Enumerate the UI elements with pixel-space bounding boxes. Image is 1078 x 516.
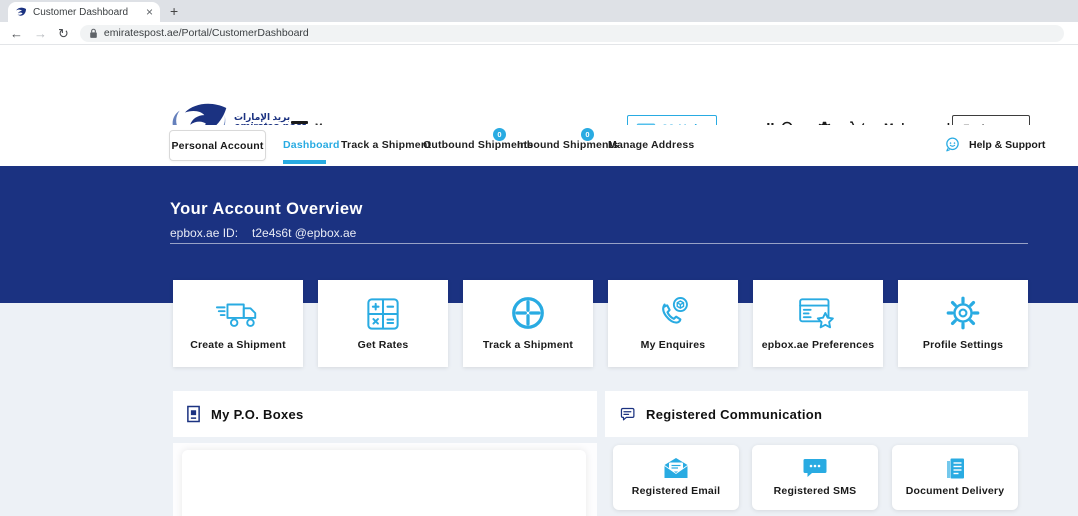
tab-manage-address[interactable]: Manage Address xyxy=(608,139,694,151)
dashboard-nav: Personal Account Dashboard Track a Shipm… xyxy=(0,125,1078,166)
help-support-label: Help & Support xyxy=(969,139,1045,151)
browser-tab[interactable]: Customer Dashboard × xyxy=(8,2,160,22)
tab-track-a-shipment[interactable]: Track a Shipment xyxy=(341,139,431,151)
epbox-id-row: epbox.ae ID: t2e4s6t @epbox.ae xyxy=(170,226,356,240)
document-delivery-card[interactable]: Document Delivery xyxy=(892,445,1018,510)
po-boxes-header: My P.O. Boxes xyxy=(173,391,597,437)
po-box-card[interactable] xyxy=(182,450,586,516)
document-icon xyxy=(944,457,966,479)
crosshair-icon xyxy=(509,280,547,332)
card-label: Registered Email xyxy=(632,485,720,497)
chat-bubble-icon xyxy=(618,405,636,423)
help-support-link[interactable]: Help & Support xyxy=(944,136,1045,153)
lock-icon xyxy=(89,28,98,39)
registered-communication-title: Registered Communication xyxy=(646,407,822,422)
site-header: بريد الإمارات emirates post Menu 99 Unit… xyxy=(0,45,1078,125)
card-label: Registered SMS xyxy=(774,485,857,497)
card-get-rates[interactable]: Get Rates xyxy=(318,280,448,367)
card-label: Get Rates xyxy=(358,339,409,351)
epbox-id-label: epbox.ae ID: xyxy=(170,226,238,240)
reload-icon[interactable]: ↻ xyxy=(58,27,69,40)
favicon-emirates-post-icon xyxy=(15,6,27,18)
tab-inbound-shipments[interactable]: Inbound Shipments 0 xyxy=(517,139,618,151)
card-profile-settings[interactable]: Profile Settings xyxy=(898,280,1028,367)
calculator-icon xyxy=(365,280,401,332)
truck-icon xyxy=(215,280,261,332)
gear-icon xyxy=(944,280,982,332)
inbound-count-badge: 0 xyxy=(581,128,594,141)
po-boxes-title: My P.O. Boxes xyxy=(211,407,304,422)
card-label: My Enquires xyxy=(641,339,706,351)
screen: Customer Dashboard × + ← → ↻ emiratespos… xyxy=(0,0,1078,516)
card-track-shipment[interactable]: Track a Shipment xyxy=(463,280,593,367)
browser-tab-strip: Customer Dashboard × + xyxy=(0,0,1078,22)
browser-toolbar: ← → ↻ emiratespost.ae/Portal/CustomerDas… xyxy=(0,22,1078,45)
browser-star-icon xyxy=(797,280,839,332)
card-label: Profile Settings xyxy=(923,339,1003,351)
tab-dashboard[interactable]: Dashboard xyxy=(283,139,340,151)
address-bar[interactable]: emiratespost.ae/Portal/CustomerDashboard xyxy=(80,25,1064,42)
back-icon[interactable]: ← xyxy=(10,27,23,40)
po-boxes-content xyxy=(173,443,597,516)
registered-email-card[interactable]: Registered Email xyxy=(613,445,739,510)
card-label: Track a Shipment xyxy=(483,339,573,351)
card-epbox-preferences[interactable]: epbox.ae Preferences xyxy=(753,280,883,367)
personal-account-label: Personal Account xyxy=(171,140,263,152)
registered-communication-header: Registered Communication xyxy=(605,391,1028,437)
email-icon xyxy=(663,457,689,479)
tab-title: Customer Dashboard xyxy=(33,7,140,18)
phone-enquiry-icon xyxy=(654,280,692,332)
card-label: epbox.ae Preferences xyxy=(762,339,875,351)
hero-divider xyxy=(170,243,1028,244)
card-my-enquires[interactable]: My Enquires xyxy=(608,280,738,367)
po-box-icon xyxy=(186,405,201,423)
page-title: Your Account Overview xyxy=(170,200,363,219)
url-text: emiratespost.ae/Portal/CustomerDashboard xyxy=(104,27,309,39)
outbound-count-badge: 0 xyxy=(493,128,506,141)
sms-icon xyxy=(803,457,827,479)
registered-sms-card[interactable]: Registered SMS xyxy=(752,445,878,510)
forward-icon[interactable]: → xyxy=(34,27,47,40)
new-tab-icon[interactable]: + xyxy=(170,3,178,19)
card-create-shipment[interactable]: Create a Shipment xyxy=(173,280,303,367)
headset-support-icon xyxy=(944,136,961,153)
personal-account-button[interactable]: Personal Account xyxy=(169,130,266,161)
card-label: Document Delivery xyxy=(906,485,1005,497)
active-tab-underline xyxy=(283,160,326,164)
card-label: Create a Shipment xyxy=(190,339,286,351)
tab-close-icon[interactable]: × xyxy=(146,6,153,18)
tab-inbound-label: Inbound Shipments xyxy=(517,139,618,151)
epbox-id-value: t2e4s6t @epbox.ae xyxy=(252,226,356,240)
